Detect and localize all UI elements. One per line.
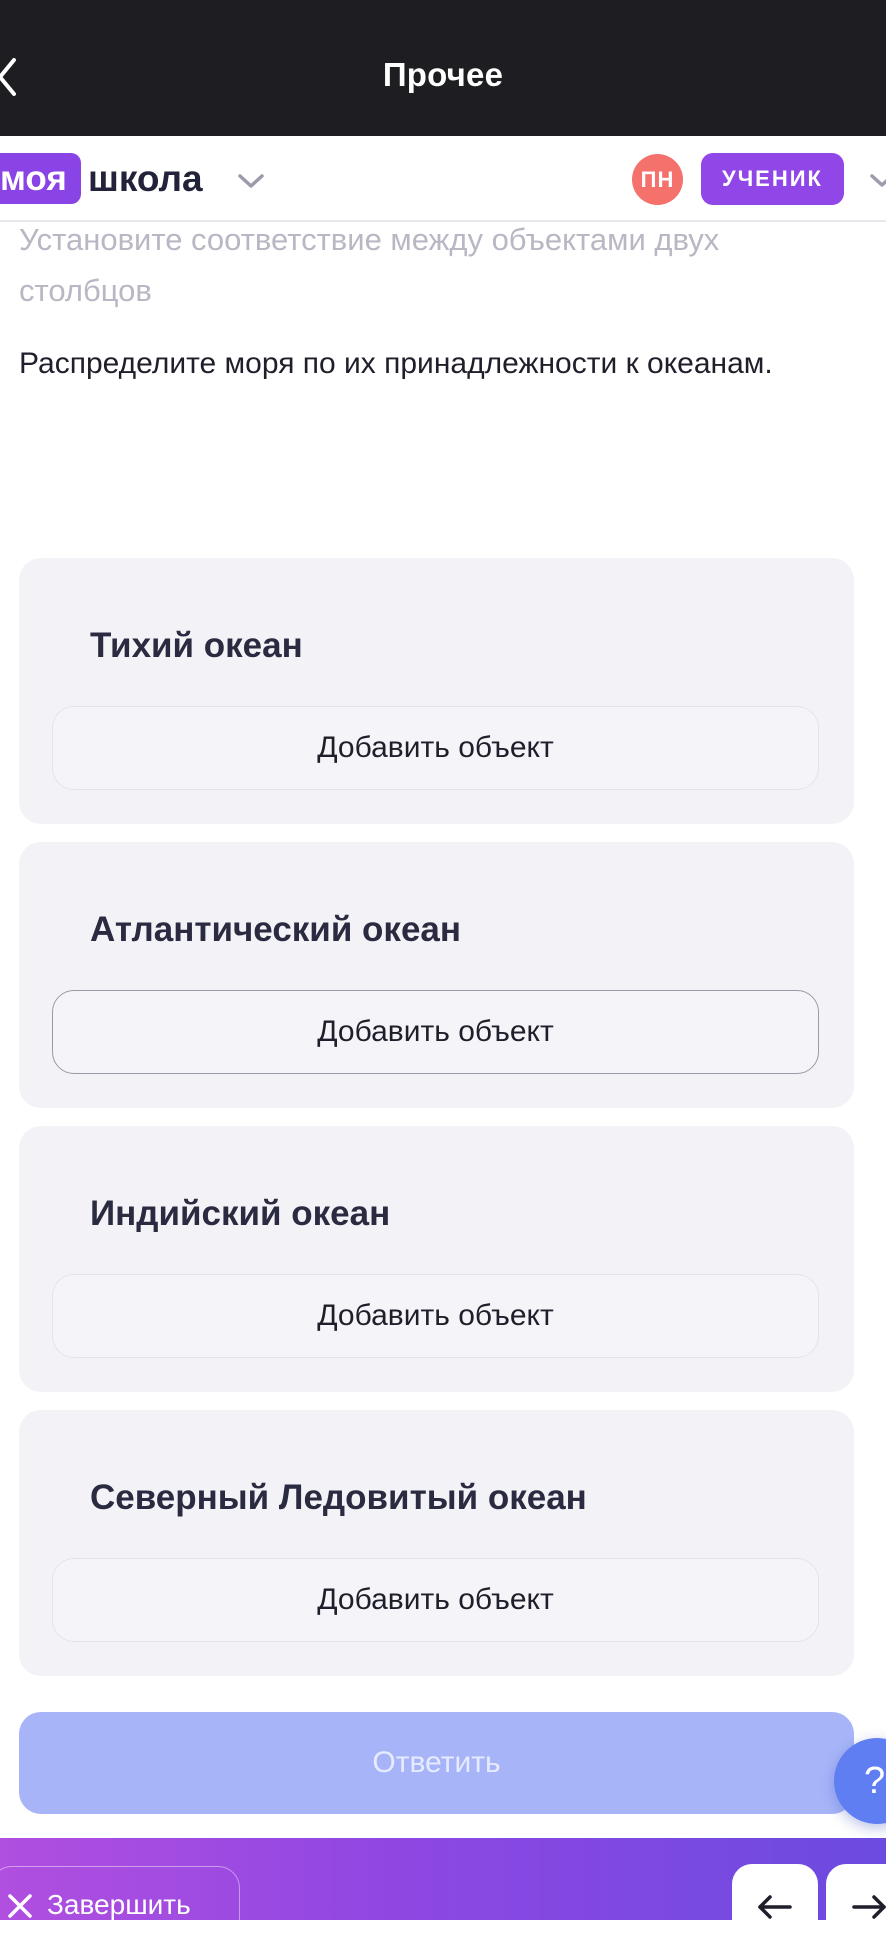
group-title: Тихий океан [90, 626, 303, 665]
group-title: Атлантический океан [90, 910, 462, 949]
prev-button[interactable] [732, 1864, 818, 1950]
chevron-down-icon [238, 174, 264, 188]
brand-header: моя школа ПН УЧЕНИК [0, 136, 886, 222]
close-icon [8, 1894, 32, 1918]
arrow-left-icon [758, 1895, 792, 1919]
next-button[interactable] [826, 1864, 886, 1950]
submit-answer-button[interactable]: Ответить [19, 1712, 854, 1814]
bottom-bar: Завершить [0, 1838, 886, 1950]
group-card-atlantic: Атлантический океан Добавить объект [19, 842, 854, 1108]
group-title: Северный Ледовитый океан [90, 1478, 587, 1517]
finish-button[interactable]: Завершить [0, 1866, 240, 1946]
group-card-arctic: Северный Ледовитый океан Добавить объект [19, 1410, 854, 1676]
add-object-button[interactable]: Добавить объект [52, 706, 819, 790]
add-object-button[interactable]: Добавить объект [52, 1558, 819, 1642]
page-title: Прочее [382, 56, 504, 93]
chevron-down-icon [870, 174, 886, 187]
add-object-button[interactable]: Добавить объект [52, 990, 819, 1074]
role-badge[interactable]: УЧЕНИК [701, 153, 844, 205]
avatar[interactable]: ПН [632, 154, 683, 205]
help-label: ? [864, 1760, 886, 1802]
group-card-pacific: Тихий океан Добавить объект [19, 558, 854, 824]
school-dropdown-button[interactable] [234, 166, 268, 196]
group-title: Индийский океан [90, 1194, 391, 1233]
group-card-indian: Индийский океан Добавить объект [19, 1126, 854, 1392]
top-bar: Прочее [0, 0, 886, 136]
logo-moya[interactable]: моя [0, 153, 81, 204]
role-dropdown-button[interactable] [866, 166, 886, 196]
task-question: Распределите моря по их принадлежности к… [19, 347, 773, 380]
add-object-button[interactable]: Добавить объект [52, 1274, 819, 1358]
logo-shkola[interactable]: школа [88, 153, 203, 204]
finish-label: Завершить [47, 1889, 191, 1920]
task-instruction: Установите соответствие между объектами … [19, 222, 720, 308]
arrow-right-icon [852, 1895, 886, 1919]
